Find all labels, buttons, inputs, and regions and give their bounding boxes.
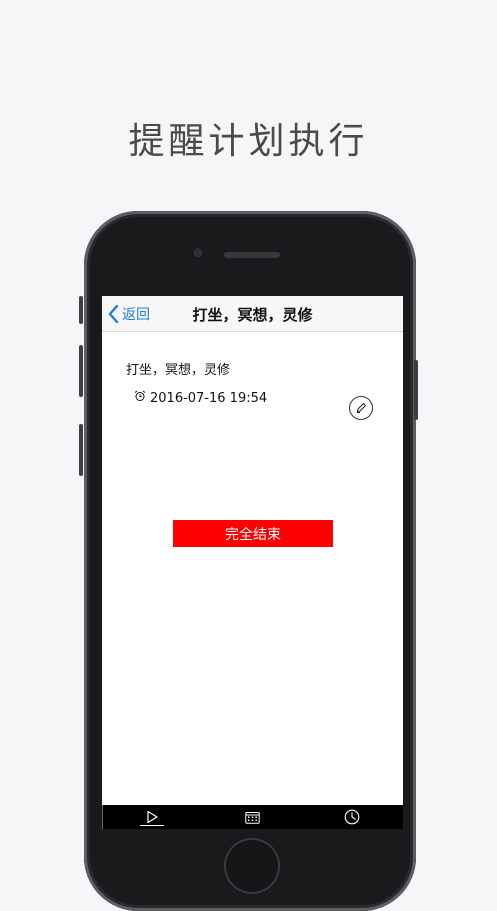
page-title: 打坐，冥想，灵修 xyxy=(192,306,313,324)
mute-switch xyxy=(79,296,83,324)
play-icon xyxy=(147,810,158,824)
clock-icon xyxy=(344,809,360,825)
promo-headline: 提醒计划执行 xyxy=(128,121,369,162)
tab-calendar[interactable] xyxy=(232,805,272,829)
active-tab-indicator xyxy=(140,825,164,826)
app-screen: 返回 打坐，冥想，灵修 打坐，冥想，灵修 2016-07-16 19:54 完全… xyxy=(102,296,403,829)
tab-bar xyxy=(102,805,403,829)
volume-down-button xyxy=(79,424,83,476)
volume-up-button xyxy=(79,345,83,397)
alarm-clock-icon xyxy=(134,390,146,401)
pencil-icon xyxy=(356,402,367,413)
task-title: 打坐，冥想，灵修 xyxy=(126,363,231,378)
reminder-row: 2016-07-16 19:54 xyxy=(134,390,268,406)
front-camera xyxy=(193,248,203,258)
reminder-time: 2016-07-16 19:54 xyxy=(150,391,268,406)
edit-button[interactable] xyxy=(349,396,373,420)
finish-button[interactable]: 完全结束 xyxy=(173,520,333,547)
navigation-bar: 返回 打坐，冥想，灵修 xyxy=(102,296,403,332)
home-button xyxy=(224,838,280,894)
tabbar-left-edge xyxy=(102,805,103,829)
tab-history[interactable] xyxy=(332,805,372,829)
calendar-icon xyxy=(244,811,260,824)
power-button xyxy=(414,360,418,420)
earpiece-speaker xyxy=(224,252,280,258)
